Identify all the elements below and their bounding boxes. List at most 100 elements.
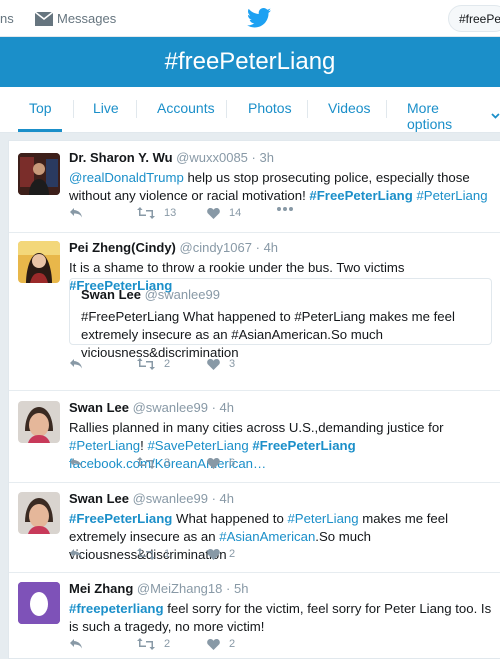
like-count: 6 (229, 457, 236, 469)
hashtag-link[interactable]: #PeterLiang (69, 438, 140, 453)
like-button[interactable]: 2 (207, 638, 235, 650)
ellipsis-icon (277, 207, 293, 211)
tab-more-options[interactable]: More options (407, 100, 500, 132)
retweet-count: 2 (164, 638, 171, 650)
hashtag-link[interactable]: #FreePeterLiang (252, 438, 355, 453)
author-name[interactable]: Mei Zhang (69, 581, 133, 596)
nav-item-notifications-partial[interactable]: ns (0, 11, 14, 26)
avatar-photo (18, 401, 60, 443)
tab-accounts[interactable]: Accounts (157, 100, 215, 116)
like-count: 14 (229, 207, 242, 219)
author-handle[interactable]: @swanlee99 (133, 491, 208, 506)
reply-button[interactable] (69, 457, 83, 469)
retweet-icon (137, 548, 155, 560)
hashtag-link[interactable]: #freepeterliang (69, 601, 164, 616)
egg-avatar-icon (18, 582, 60, 624)
quoted-author-name: Swan Lee (81, 287, 141, 302)
tweet-timestamp[interactable]: 4h (220, 400, 234, 415)
retweet-button[interactable]: 2 (137, 638, 170, 650)
heart-icon (207, 548, 220, 560)
search-title-banner: #freePeterLiang (0, 37, 500, 87)
like-button[interactable]: 6 (207, 457, 235, 469)
author-name[interactable]: Dr. Sharon Y. Wu (69, 150, 173, 165)
tweet[interactable]: Pei Zheng(Cindy) @cindy1067 · 4h It is a… (9, 233, 500, 391)
nav-item-messages[interactable]: Messages (35, 11, 116, 26)
mention-link[interactable]: @realDonaldTrump (69, 170, 184, 185)
tweet[interactable]: Mei Zhang @MeiZhang18 · 5h #freepeterlia… (9, 573, 500, 658)
tweet-actions: 2 3 (69, 358, 329, 374)
author-name[interactable]: Pei Zheng(Cindy) (69, 240, 176, 255)
avatar[interactable] (18, 153, 60, 195)
active-tab-indicator (18, 129, 62, 132)
author-handle[interactable]: @swanlee99 (133, 400, 208, 415)
tweet-text: #freepeterliang feel sorry for the victi… (69, 600, 492, 636)
tweet-timestamp[interactable]: 3h (260, 150, 274, 165)
retweet-count: 2 (164, 358, 171, 370)
more-actions-button[interactable] (277, 207, 293, 211)
tweet-actions: 2 2 (69, 638, 329, 654)
like-button[interactable]: 3 (207, 358, 235, 370)
tweet-stream: Dr. Sharon Y. Wu @wuxx0085 · 3h @realDon… (8, 140, 500, 659)
retweet-count: 1 (164, 548, 171, 560)
author-handle[interactable]: @wuxx0085 (176, 150, 248, 165)
tweet-timestamp[interactable]: 5h (234, 581, 248, 596)
retweet-count: 13 (164, 207, 177, 219)
hashtag-link[interactable]: #FreePeterLiang (69, 511, 172, 526)
retweet-count: 3 (164, 457, 171, 469)
tweet-timestamp[interactable]: 4h (220, 491, 234, 506)
tweet-actions: 3 6 (69, 457, 329, 473)
tweet[interactable]: Dr. Sharon Y. Wu @wuxx0085 · 3h @realDon… (9, 141, 500, 233)
tab-videos[interactable]: Videos (328, 100, 371, 116)
avatar[interactable] (18, 241, 60, 283)
reply-button[interactable] (69, 358, 83, 370)
separator-dot: · (211, 491, 216, 506)
heart-icon (207, 457, 220, 469)
retweet-icon (137, 457, 155, 469)
tweet[interactable]: Swan Lee @swanlee99 · 4h Rallies planned… (9, 391, 500, 483)
retweet-button[interactable]: 2 (137, 358, 170, 370)
heart-icon (207, 207, 220, 219)
retweet-button[interactable]: 13 (137, 207, 176, 219)
retweet-icon (137, 358, 155, 370)
avatar[interactable] (18, 582, 60, 624)
tweet-actions: 1 2 (69, 548, 329, 564)
retweet-button[interactable]: 1 (137, 548, 170, 560)
reply-button[interactable] (69, 548, 83, 560)
author-name[interactable]: Swan Lee (69, 491, 129, 506)
tab-photos[interactable]: Photos (248, 100, 292, 116)
hashtag-link[interactable]: #SavePeterLiang (147, 438, 248, 453)
tweet-timestamp[interactable]: 4h (264, 240, 278, 255)
hashtag-link[interactable]: #PeterLiang (416, 188, 487, 203)
avatar[interactable] (18, 401, 60, 443)
banner-title: #freePeterLiang (164, 48, 336, 75)
tweet-text: @realDonaldTrump help us stop prosecutin… (69, 169, 492, 205)
reply-button[interactable] (69, 638, 83, 650)
retweet-icon (137, 638, 155, 650)
reply-button[interactable] (69, 207, 83, 219)
avatar[interactable] (18, 492, 60, 534)
like-button[interactable]: 2 (207, 548, 235, 560)
hashtag-link[interactable]: #FreePeterLiang (309, 188, 412, 203)
tab-divider (73, 100, 74, 118)
twitter-bird-icon[interactable] (247, 8, 271, 28)
author-name[interactable]: Swan Lee (69, 400, 129, 415)
author-handle[interactable]: @cindy1067 (180, 240, 252, 255)
chevron-down-icon (491, 113, 500, 119)
search-input[interactable]: #freePeterLiang (448, 5, 500, 32)
hashtag-link[interactable]: #AsianAmerican (219, 529, 315, 544)
tab-live[interactable]: Live (93, 100, 119, 116)
like-button[interactable]: 14 (207, 207, 241, 219)
tab-divider (386, 100, 387, 118)
tweet-actions: 13 14 (69, 207, 329, 223)
heart-icon (207, 358, 220, 370)
tweet[interactable]: Swan Lee @swanlee99 · 4h #FreePeterLiang… (9, 483, 500, 573)
separator-dot: · (211, 400, 216, 415)
separator-dot: · (251, 150, 256, 165)
retweet-button[interactable]: 3 (137, 457, 170, 469)
quoted-tweet[interactable]: Swan Lee @swanlee99 #FreePeterLiang What… (69, 278, 492, 360)
tab-top[interactable]: Top (29, 100, 52, 116)
hashtag-link[interactable]: #PeterLiang (287, 511, 358, 526)
quoted-tweet-text: #FreePeterLiang What happened to #PeterL… (81, 309, 455, 360)
author-handle[interactable]: @MeiZhang18 (137, 581, 222, 596)
top-navigation-bar: ns Messages #freePeterLiang (0, 0, 500, 37)
